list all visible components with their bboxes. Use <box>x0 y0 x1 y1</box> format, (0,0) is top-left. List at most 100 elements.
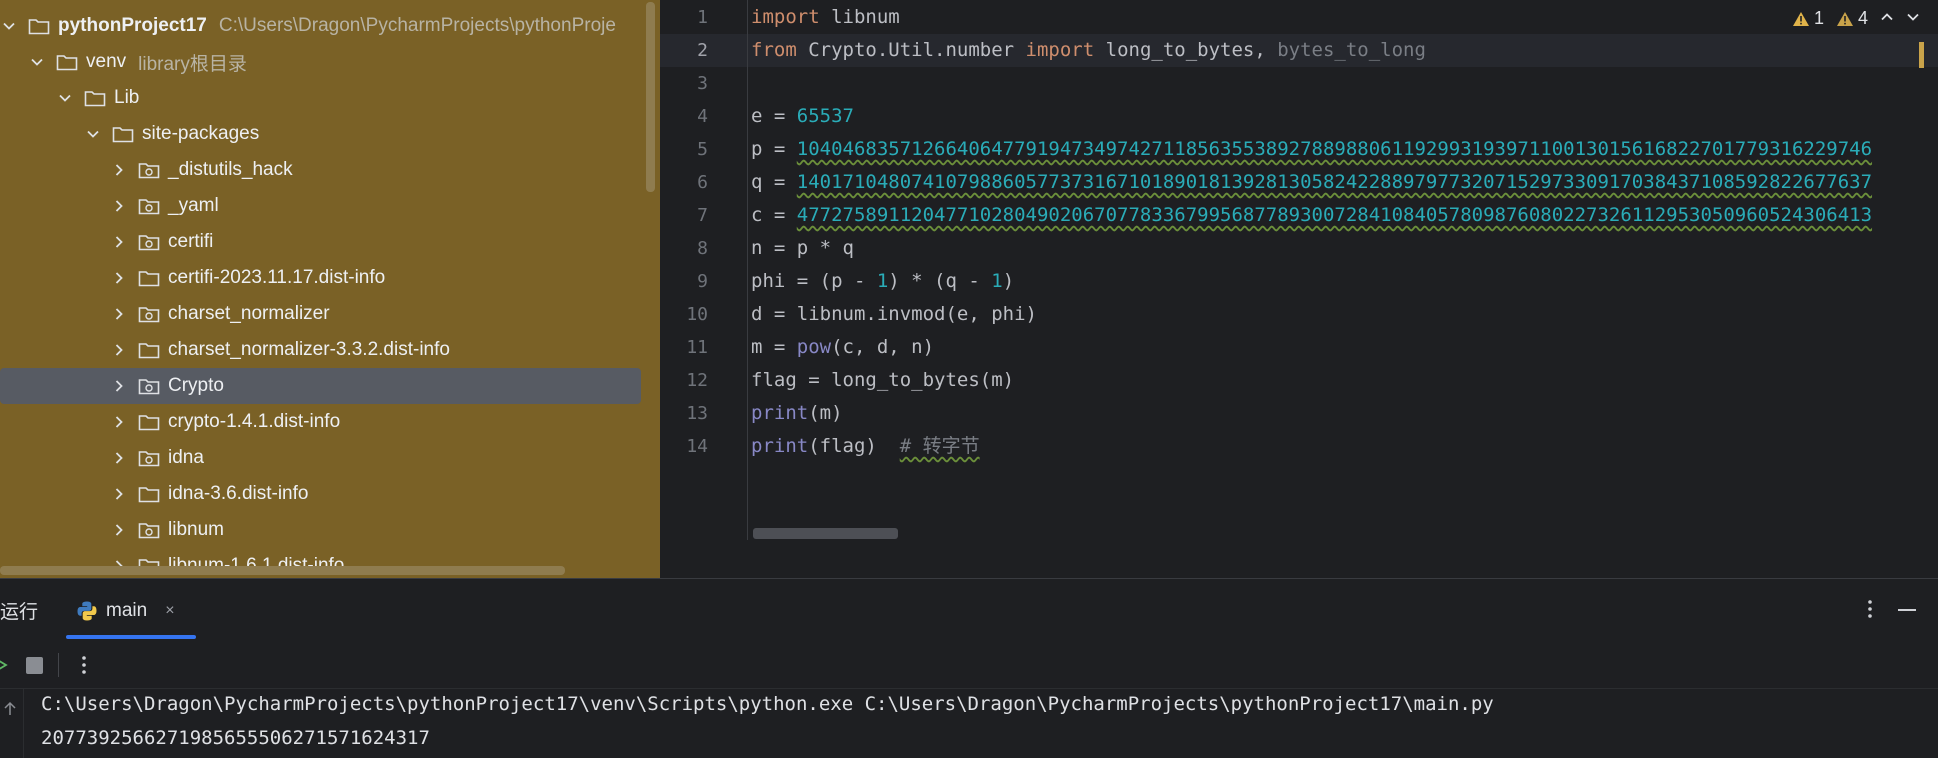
chevron-right-icon[interactable] <box>112 163 126 177</box>
chevron-right-icon[interactable] <box>112 523 126 537</box>
code-editor[interactable]: 1 2 3 4 5 6 7 8 9 10 11 12 13 14 import … <box>660 0 1938 578</box>
builtin-function: print <box>751 435 809 457</box>
weak-warning-count[interactable]: 4 <box>1836 8 1868 29</box>
chevron-right-icon[interactable] <box>112 343 126 357</box>
code-line[interactable]: flag = long_to_bytes(m) <box>751 364 1014 397</box>
chevron-right-icon[interactable] <box>112 199 126 213</box>
chevron-down-icon[interactable] <box>30 55 44 69</box>
code-line[interactable]: print(m) <box>751 397 843 430</box>
tree-row-package[interactable]: charset_normalizer <box>0 296 660 332</box>
code-line[interactable]: p = 104046835712664064779194734974271185… <box>751 133 1872 166</box>
code-text: (m) <box>808 402 843 424</box>
line-number: 10 <box>686 304 708 325</box>
unused-import: bytes_to_long <box>1277 39 1426 61</box>
console-line: 2077392566271985655506271571624317 <box>41 727 430 749</box>
chevron-down-icon[interactable] <box>58 91 72 105</box>
tree-row-lib[interactable]: Lib <box>0 80 660 116</box>
code-line[interactable]: print(flag) # 转字节 <box>751 430 980 463</box>
line-number: 9 <box>697 271 708 292</box>
chevron-right-icon[interactable] <box>112 487 126 501</box>
code-text: (flag) <box>808 435 900 457</box>
editor-horizontal-scrollbar[interactable] <box>753 528 898 539</box>
chevron-right-icon[interactable] <box>112 451 126 465</box>
chevron-right-icon[interactable] <box>112 271 126 285</box>
active-tab-indicator <box>66 635 196 639</box>
stop-icon[interactable] <box>26 657 43 674</box>
code-line[interactable]: phi = (p - 1) * (q - 1) <box>751 265 1014 298</box>
tree-row-package[interactable]: certifi <box>0 224 660 260</box>
chevron-up-icon[interactable] <box>1880 8 1894 29</box>
minimize-icon[interactable] <box>1898 609 1916 611</box>
code-line[interactable]: n = p * q <box>751 232 854 265</box>
arrow-up-icon[interactable] <box>2 701 18 717</box>
number-literal: 1 <box>991 270 1003 292</box>
more-options-icon[interactable] <box>1862 597 1878 621</box>
tree-row-crypto-selected[interactable]: Crypto <box>0 368 641 404</box>
line-number-gutter: 1 2 3 4 5 6 7 8 9 10 11 12 13 14 <box>660 0 748 540</box>
code-line[interactable]: d = libnum.invmod(e, phi) <box>751 298 1037 331</box>
package-folder-icon <box>138 199 160 215</box>
change-marker <box>1919 42 1924 68</box>
tree-label: charset_normalizer <box>168 303 330 324</box>
close-icon[interactable]: × <box>165 602 174 620</box>
warning-count[interactable]: 1 <box>1792 8 1824 29</box>
tree-label: libnum <box>168 519 224 540</box>
tree-row-package[interactable]: _yaml <box>0 188 660 224</box>
code-line[interactable]: from Crypto.Util.number import long_to_b… <box>751 34 1426 67</box>
tree-label: idna-3.6.dist-info <box>168 483 309 504</box>
folder-icon <box>84 91 106 107</box>
tree-label: Crypto <box>168 375 224 396</box>
code-text: long_to_bytes, <box>1094 39 1278 61</box>
tree-row-folder[interactable]: crypto-1.4.1.dist-info <box>0 404 660 440</box>
chevron-right-icon[interactable] <box>112 235 126 249</box>
tree-label: Lib <box>114 87 140 108</box>
code-text: (c, d, n) <box>831 336 935 358</box>
chevron-right-icon[interactable] <box>112 379 126 393</box>
line-number: 13 <box>686 403 708 424</box>
tree-vertical-scrollbar[interactable] <box>646 2 655 192</box>
rerun-icon[interactable] <box>0 657 8 673</box>
tree-row-folder[interactable]: certifi-2023.11.17.dist-info <box>0 260 660 296</box>
chevron-right-icon[interactable] <box>112 307 126 321</box>
code-line[interactable]: c = 477275891120477102804902067077833679… <box>751 199 1872 232</box>
code-line[interactable]: q = 140171048074107988605773731671018901… <box>751 166 1872 199</box>
tree-row-pythonproject17[interactable]: pythonProject17 C:\Users\Dragon\PycharmP… <box>0 8 660 44</box>
console-gutter <box>0 689 24 758</box>
warning-count-value: 1 <box>1813 8 1824 28</box>
tree-horizontal-scrollbar[interactable] <box>0 566 565 575</box>
warning-icon <box>1792 11 1809 26</box>
run-tab-main[interactable]: main × <box>76 583 196 639</box>
tree-label: _yaml <box>168 195 219 216</box>
more-options-icon[interactable] <box>78 653 90 677</box>
inspection-widget[interactable]: 1 4 <box>1792 8 1920 29</box>
tree-row-folder[interactable]: idna-3.6.dist-info <box>0 476 660 512</box>
chevron-down-icon[interactable] <box>86 127 100 141</box>
tree-label: certifi-2023.11.17.dist-info <box>168 267 386 288</box>
package-folder-icon <box>138 163 160 179</box>
tree-row-package[interactable]: libnum <box>0 512 660 548</box>
tree-label: pythonProject17 <box>58 15 207 36</box>
code-line[interactable]: import libnum <box>751 1 900 34</box>
line-number: 11 <box>686 337 708 358</box>
tree-row-package[interactable]: _distutils_hack <box>0 152 660 188</box>
tree-library-hint: library根目录 <box>138 53 247 75</box>
code-line[interactable]: e = 65537 <box>751 100 854 133</box>
tree-label: _distutils_hack <box>168 159 293 180</box>
run-console[interactable]: C:\Users\Dragon\PycharmProjects\pythonPr… <box>0 689 1938 758</box>
folder-icon <box>56 55 78 71</box>
tree-row-venv[interactable]: venv library根目录 <box>0 44 660 80</box>
line-number: 3 <box>697 73 708 94</box>
line-number: 14 <box>686 436 708 457</box>
tree-row-folder[interactable]: charset_normalizer-3.3.2.dist-info <box>0 332 660 368</box>
run-tool-window: 运行 main × C:\Users\Dragon\PycharmProject… <box>0 578 1938 758</box>
tree-row-package[interactable]: idna <box>0 440 660 476</box>
chevron-right-icon[interactable] <box>112 415 126 429</box>
builtin-function: print <box>751 402 809 424</box>
code-text: p = <box>751 138 797 160</box>
code-line[interactable]: m = pow(c, d, n) <box>751 331 934 364</box>
folder-icon <box>138 415 160 431</box>
chevron-down-icon[interactable] <box>1906 8 1920 29</box>
python-icon <box>77 601 97 621</box>
tree-row-site-packages[interactable]: site-packages <box>0 116 660 152</box>
chevron-down-icon[interactable] <box>2 19 16 33</box>
